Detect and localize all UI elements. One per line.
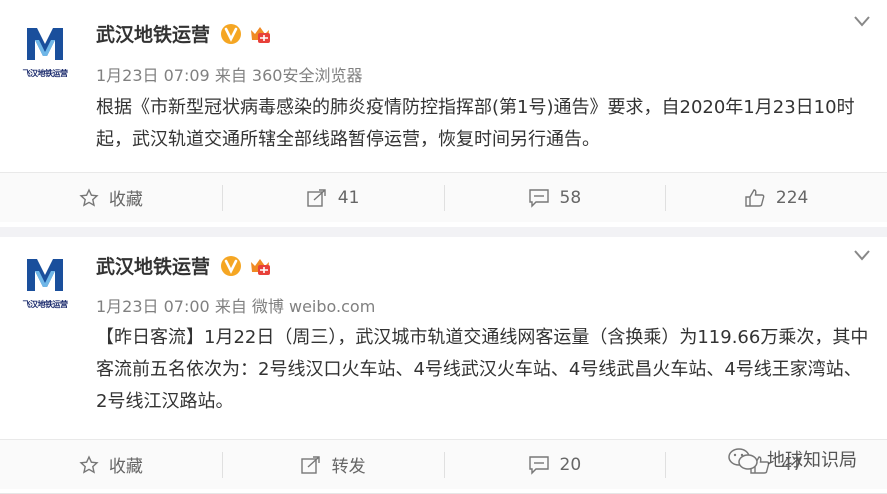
favorite-label: 收藏 bbox=[108, 457, 143, 477]
comment-count: 58 bbox=[559, 187, 582, 208]
repost-button[interactable]: 转发 bbox=[221, 440, 444, 489]
thumbs-up-icon bbox=[745, 188, 765, 207]
weibo-feed: 飞汉地铁运营 武汉地铁运营 1月23日 07:09 来自 360安全浏览器 根据… bbox=[0, 0, 887, 494]
logo-text: 飞汉地铁运营 bbox=[22, 300, 69, 309]
comment-button[interactable]: 58 bbox=[443, 173, 666, 222]
repost-count: 41 bbox=[337, 187, 360, 208]
wechat-icon bbox=[728, 448, 758, 470]
member-crown-icon[interactable] bbox=[248, 255, 272, 277]
favorite-label: 收藏 bbox=[108, 190, 143, 210]
watermark-text: 地球知识局 bbox=[767, 450, 857, 471]
weibo-post: 飞汉地铁运营 武汉地铁运营 1月23日 07:09 来自 360安全浏览器 根据… bbox=[0, 0, 887, 227]
comment-count: 20 bbox=[559, 454, 582, 475]
metro-logo-icon bbox=[27, 259, 63, 291]
chevron-down-icon[interactable] bbox=[853, 14, 871, 28]
comment-icon bbox=[528, 455, 549, 475]
repost-button[interactable]: 41 bbox=[221, 173, 444, 222]
post-meta: 1月23日 07:09 来自 360安全浏览器 bbox=[96, 66, 363, 85]
post-body: 【昨日客流】1月22日（周三），武汉城市轨道交通线网客运量（含换乘）为119.6… bbox=[96, 327, 869, 412]
logo-text: 飞汉地铁运营 bbox=[22, 69, 69, 78]
avatar[interactable]: 飞汉地铁运营 bbox=[18, 24, 72, 84]
author-name[interactable]: 武汉地铁运营 bbox=[96, 20, 210, 47]
star-icon bbox=[79, 454, 99, 474]
watermark: 地球知识局 bbox=[727, 446, 857, 472]
verified-badge-icon[interactable] bbox=[220, 23, 242, 45]
chevron-down-icon[interactable] bbox=[853, 248, 871, 262]
repost-label: 转发 bbox=[331, 457, 366, 477]
author-name[interactable]: 武汉地铁运营 bbox=[96, 252, 210, 279]
comment-button[interactable]: 20 bbox=[443, 440, 666, 489]
post-meta: 1月23日 07:00 来自 微博 weibo.com bbox=[96, 297, 376, 316]
star-icon bbox=[79, 187, 99, 207]
comment-icon bbox=[528, 188, 549, 208]
share-icon bbox=[300, 455, 320, 474]
avatar[interactable]: 飞汉地铁运营 bbox=[18, 255, 72, 315]
author-row: 武汉地铁运营 bbox=[96, 252, 272, 279]
author-row: 武汉地铁运营 bbox=[96, 20, 272, 47]
post-body: 根据《市新型冠状病毒感染的肺炎疫情防控指挥部(第1号)通告》要求，自2020年1… bbox=[96, 97, 855, 150]
share-icon bbox=[307, 188, 326, 207]
like-count: 224 bbox=[775, 187, 809, 208]
like-button[interactable]: 224 bbox=[665, 173, 887, 222]
member-crown-icon[interactable] bbox=[248, 23, 272, 45]
action-bar: 收藏 41 58 224 bbox=[0, 172, 887, 222]
favorite-button[interactable]: 收藏 bbox=[0, 173, 222, 222]
verified-badge-icon[interactable] bbox=[220, 255, 242, 277]
favorite-button[interactable]: 收藏 bbox=[0, 440, 222, 489]
metro-logo-icon bbox=[27, 28, 63, 60]
